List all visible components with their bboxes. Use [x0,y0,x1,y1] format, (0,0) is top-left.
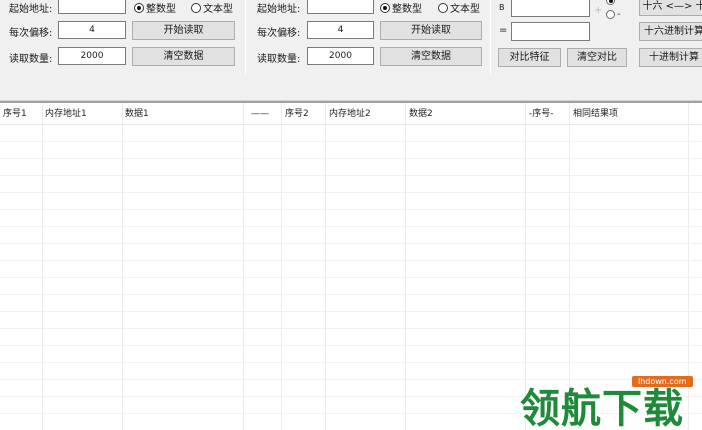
read-count-label: 读取数量: [257,54,301,65]
radio-text-label: 文本型 [203,4,233,15]
radio-text-label: 文本型 [450,4,480,15]
offset-label: 每次偏移: [257,28,301,39]
col-header-data2[interactable]: 数据2 [406,103,433,125]
row-divider [0,192,702,193]
clear-data-button[interactable]: 清空数据 [380,47,482,66]
column-divider [281,103,282,430]
radio-plus[interactable] [606,0,617,5]
clear-compare-button[interactable]: 清空对比 [567,48,627,67]
col-header-data1[interactable]: 数据1 [122,103,149,125]
status-gap [0,74,702,100]
radio-integer-label: 整数型 [392,4,422,15]
operand-b-input[interactable] [511,0,590,17]
column-divider [122,103,123,430]
operand-b-label: B [499,3,505,12]
panel-divider [490,0,491,74]
radio-minus[interactable]: - [606,9,621,20]
row-divider [0,311,702,312]
radio-minus-label: - [617,9,621,20]
column-divider [325,103,326,430]
row-divider [0,243,702,244]
radio-unselected-icon [438,2,448,13]
radio-text[interactable]: 文本型 [191,0,233,15]
column-divider [42,103,43,430]
row-divider [0,345,702,346]
col-header-address1[interactable]: 内存地址1 [42,103,87,125]
row-divider [0,362,702,363]
column-divider [243,103,244,430]
row-divider [0,260,702,261]
compare-panel: B + - = 对比特征 清空对比 十六 <—> 十 十六进制计算 十进制计算 [492,0,702,74]
compare-features-button[interactable]: 对比特征 [498,48,561,67]
start-address-label: 起始地址: [257,4,301,15]
radio-text[interactable]: 文本型 [438,0,480,15]
dec-calculate-button[interactable]: 十进制计算 [639,48,702,67]
radio-selected-icon [606,0,615,5]
col-header-index2[interactable]: 序号2 [282,103,309,125]
col-header-index1[interactable]: 序号1 [0,103,27,125]
watermark-logo: 领航下载 lhdown.com [520,372,702,430]
watermark-url-badge: lhdown.com [632,376,693,387]
radio-selected-icon [380,2,390,13]
row-divider [0,209,702,210]
equals-label: = [499,25,508,36]
col-header-address2[interactable]: 内存地址2 [326,103,371,125]
start-address-input[interactable] [58,0,126,14]
start-address-label: 起始地址: [9,4,53,15]
row-divider [0,294,702,295]
col-header-match-result[interactable]: 相同结果项 [570,103,618,125]
offset-label: 每次偏移: [9,28,53,39]
radio-integer-label: 整数型 [146,4,176,15]
radio-unselected-icon [191,2,201,13]
radio-integer[interactable]: 整数型 [134,0,176,15]
radio-integer[interactable]: 整数型 [380,0,422,15]
col-header-match-index[interactable]: -序号- [526,103,554,125]
read-count-input[interactable]: 2000 [58,47,126,65]
radio-unselected-icon [606,10,615,19]
row-divider [0,141,702,142]
start-address-input[interactable] [307,0,374,14]
read-panel-2: 起始地址: 整数型 文本型 每次偏移: 4 开始读取 读取数量: 2000 清空… [247,0,490,74]
read-count-label: 读取数量: [9,54,53,65]
read-panel-1: 起始地址: 整数型 文本型 每次偏移: 4 开始读取 读取数量: 2000 清空… [0,0,245,74]
row-divider [0,226,702,227]
toolbar-area: 起始地址: 整数型 文本型 每次偏移: 4 开始读取 读取数量: 2000 清空… [0,0,702,74]
offset-input[interactable]: 4 [307,21,374,39]
row-divider [0,328,702,329]
column-divider [405,103,406,430]
row-divider [0,158,702,159]
hex-calculate-button[interactable]: 十六进制计算 [639,22,702,41]
radio-selected-icon [134,2,144,13]
col-header-divider[interactable]: —— [248,103,269,125]
start-read-button[interactable]: 开始读取 [380,21,482,40]
panel-divider [245,0,246,74]
row-divider [0,277,702,278]
offset-input[interactable]: 4 [58,21,126,39]
row-divider [0,175,702,176]
table-header: 序号1 内存地址1 数据1 —— 序号2 内存地址2 数据2 -序号- 相同结果… [0,103,702,125]
hex-dec-convert-button[interactable]: 十六 <—> 十 [639,0,702,16]
plus-sign: + [594,5,603,16]
clear-data-button[interactable]: 清空数据 [132,47,235,66]
read-count-input[interactable]: 2000 [307,47,374,65]
result-input[interactable] [511,22,590,41]
start-read-button[interactable]: 开始读取 [132,21,235,40]
